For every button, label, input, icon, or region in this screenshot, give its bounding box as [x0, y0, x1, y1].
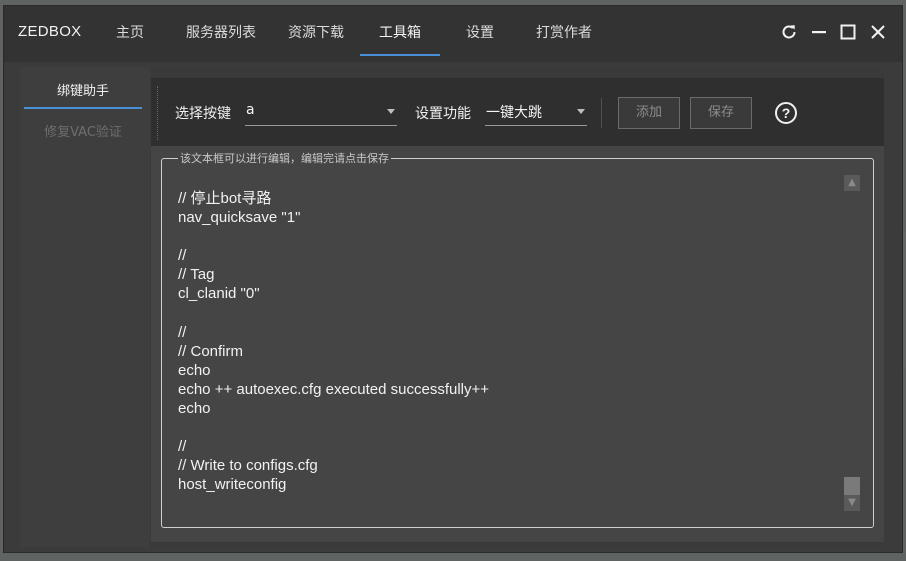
tab-resource-download[interactable]: 资源下载 [286, 22, 346, 46]
minimize-button[interactable] [808, 21, 830, 43]
function-select-dropdown[interactable]: 一键大跳 [485, 98, 587, 126]
toolbar-separator [601, 98, 602, 128]
key-select-label: 选择按键 [175, 106, 231, 122]
scroll-down-icon[interactable]: ▼ [844, 495, 860, 511]
toolbar-grip[interactable] [157, 86, 159, 140]
add-button[interactable]: 添加 [618, 97, 680, 129]
key-select-value: a [246, 102, 255, 118]
refresh-icon [782, 25, 796, 39]
tab-settings[interactable]: 设置 [464, 22, 496, 46]
sidebar-item-keybind-helper[interactable]: 绑键助手 [24, 77, 142, 107]
tab-toolbox[interactable]: 工具箱 [374, 22, 426, 46]
tab-home[interactable]: 主页 [114, 22, 146, 46]
keybind-panel: 选择按键 a 设置功能 一键大跳 添加 保存 ? 该文本框可以进行编辑，编辑完请… [151, 78, 884, 542]
chevron-down-icon [577, 109, 585, 114]
save-button[interactable]: 保存 [690, 97, 752, 129]
close-icon [871, 25, 885, 39]
maximize-icon [840, 24, 856, 40]
close-button[interactable] [867, 21, 889, 43]
editor-hint: 该文本框可以进行编辑，编辑完请点击保存 [178, 152, 391, 165]
scroll-thumb[interactable] [844, 477, 860, 495]
editor-scrollbar[interactable]: ▲ ▼ [843, 175, 861, 513]
active-tab-indicator [360, 54, 440, 56]
sidebar: 绑键助手 修复VAC验证 [20, 67, 150, 547]
tab-server-list[interactable]: 服务器列表 [184, 22, 258, 46]
sidebar-active-indicator [24, 107, 142, 109]
key-select-dropdown[interactable]: a [245, 98, 397, 126]
app-window: ZEDBOX 主页 服务器列表 资源下载 工具箱 设置 打赏作者 绑键助手 修复… [3, 5, 903, 553]
config-text[interactable]: // 停止bot寻路 nav_quicksave "1" // // Tag c… [178, 189, 838, 499]
main-content: 绑键助手 修复VAC验证 选择按键 a 设置功能 一键大跳 添加 保存 ? 该文… [20, 67, 885, 547]
help-icon[interactable]: ? [775, 102, 797, 124]
toolbar: 选择按键 a 设置功能 一键大跳 添加 保存 ? [151, 78, 884, 146]
sidebar-item-fix-vac[interactable]: 修复VAC验证 [24, 118, 142, 148]
function-select-value: 一键大跳 [486, 105, 542, 121]
title-bar: ZEDBOX 主页 服务器列表 资源下载 工具箱 设置 打赏作者 [4, 6, 902, 62]
function-select-label: 设置功能 [415, 106, 471, 122]
app-title: ZEDBOX [18, 23, 82, 40]
maximize-button[interactable] [837, 21, 859, 43]
scroll-up-icon[interactable]: ▲ [844, 175, 860, 191]
chevron-down-icon [387, 109, 395, 114]
tab-donate[interactable]: 打赏作者 [534, 22, 594, 46]
config-editor[interactable]: 该文本框可以进行编辑，编辑完请点击保存 // 停止bot寻路 nav_quick… [161, 152, 874, 528]
refresh-button[interactable] [778, 21, 800, 43]
minimize-icon [812, 31, 826, 34]
